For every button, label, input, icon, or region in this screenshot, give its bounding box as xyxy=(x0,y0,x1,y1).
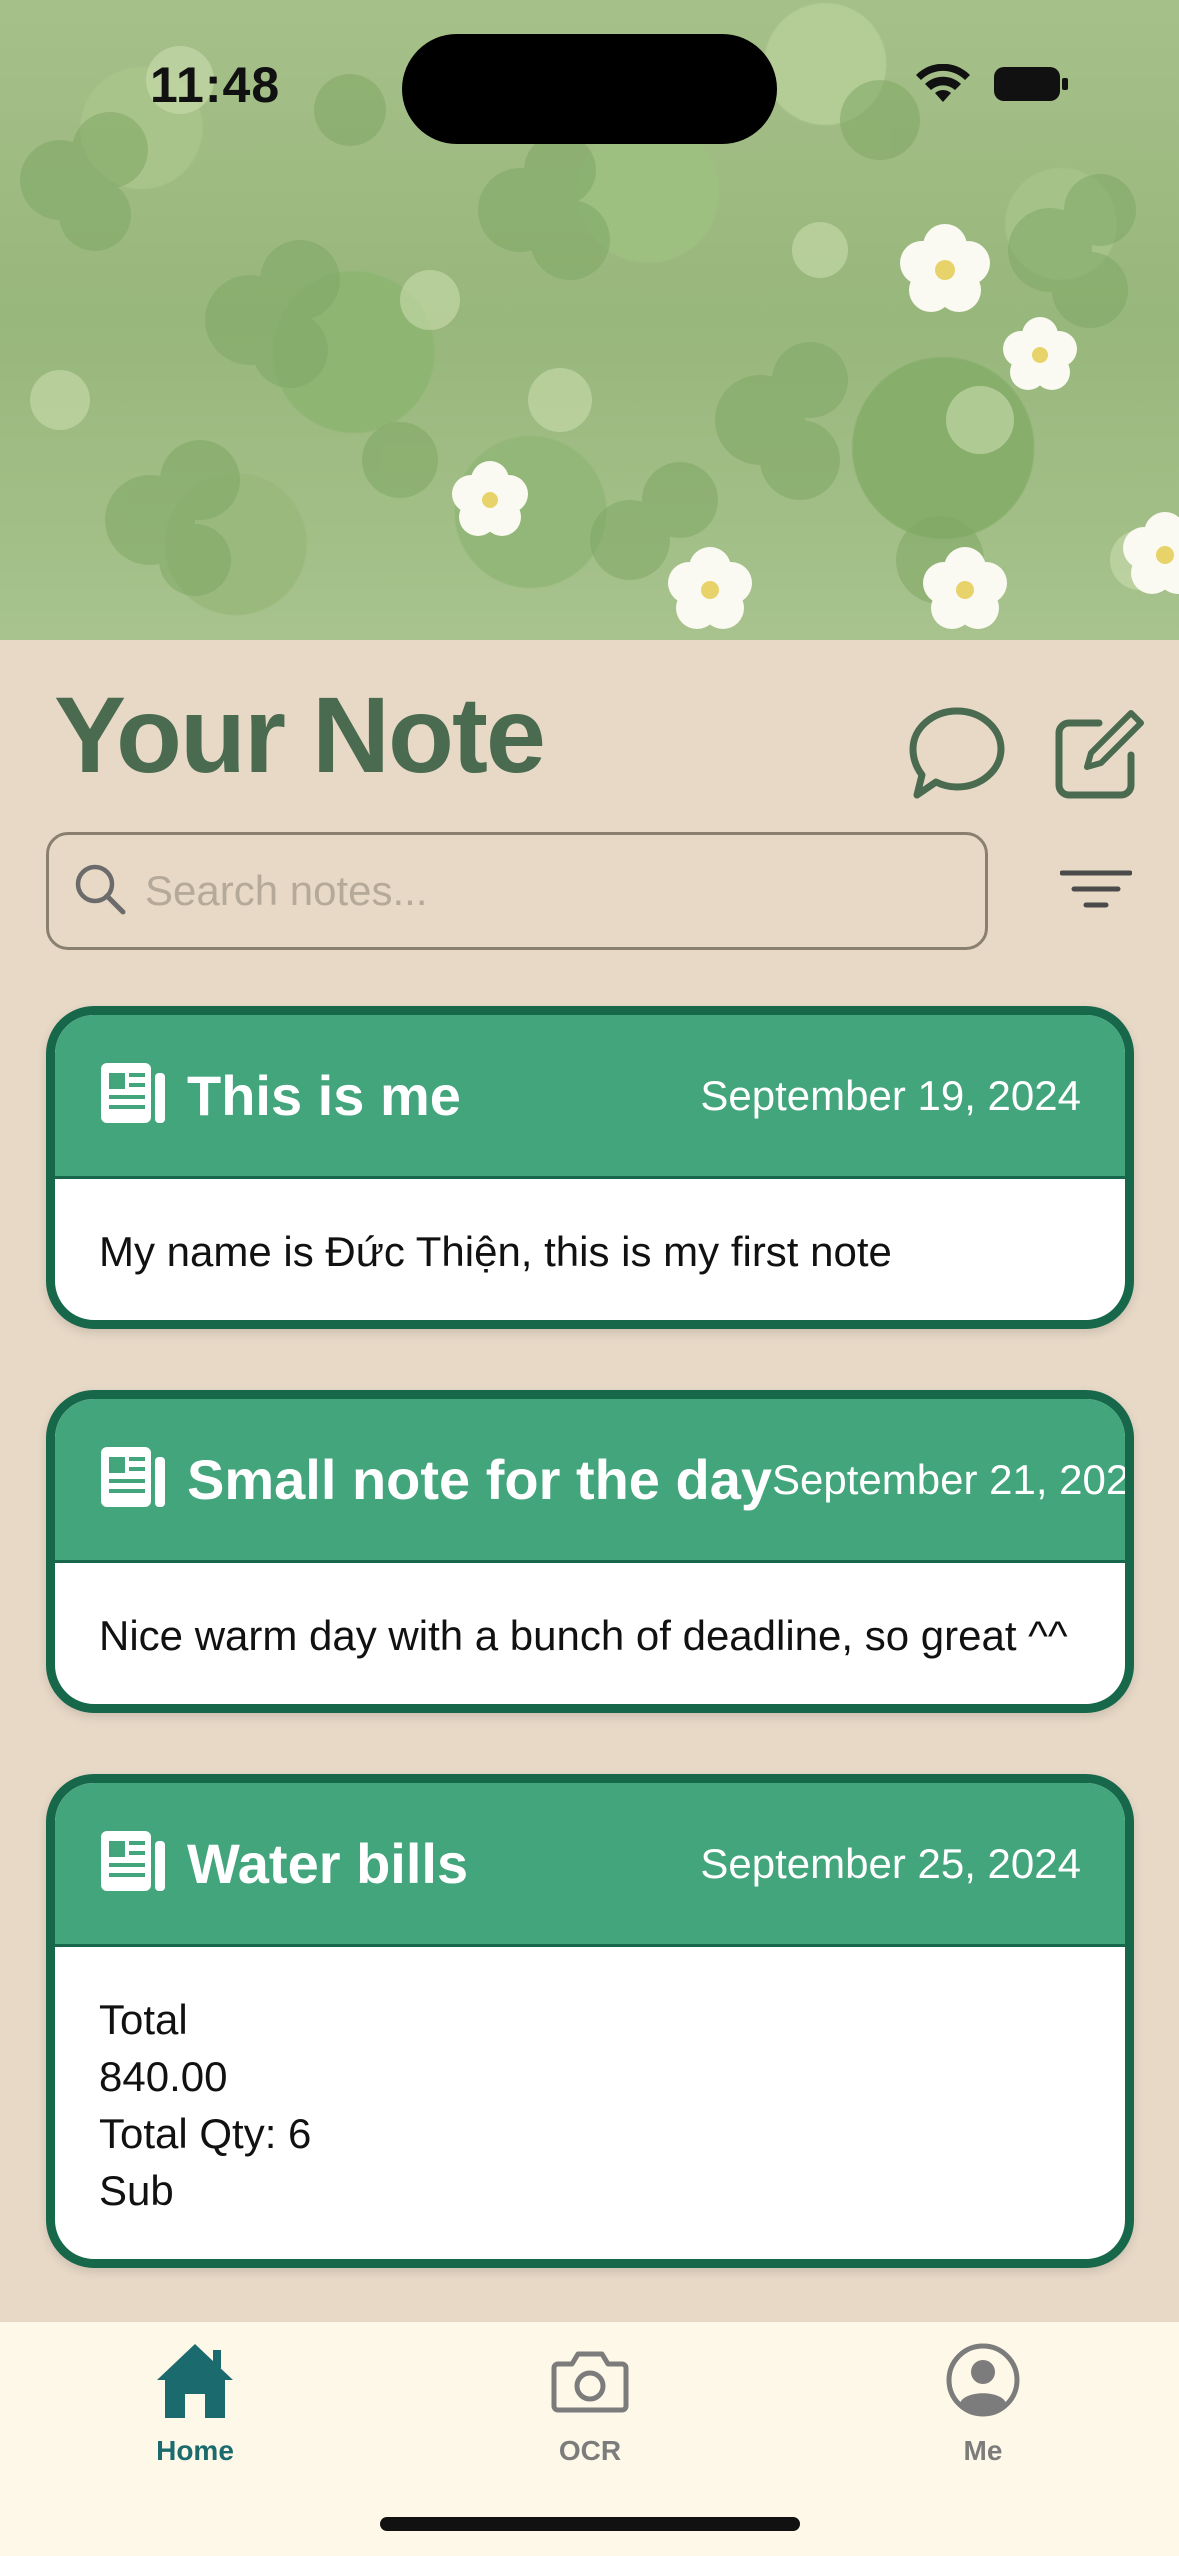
chat-bubble-icon xyxy=(907,703,1007,808)
note-card[interactable]: Water bills September 25, 2024 Total 840… xyxy=(46,1774,1134,2268)
note-preview-line: Nice warm day with a bunch of deadline, … xyxy=(99,1612,1068,1659)
wifi-icon xyxy=(915,63,971,109)
home-icon xyxy=(153,2340,237,2425)
search-icon xyxy=(73,862,127,921)
note-card-header: Water bills September 25, 2024 xyxy=(55,1783,1125,1947)
notes-home-screen: 11:48 Your Note Search notes... This is … xyxy=(0,0,1179,2556)
home-indicator xyxy=(380,2517,800,2531)
new-note-button[interactable] xyxy=(1042,702,1152,812)
note-title: Small note for the day xyxy=(187,1448,772,1511)
tab-label: Home xyxy=(156,2435,234,2466)
tab-ocr[interactable]: OCR xyxy=(490,2340,690,2467)
battery-icon xyxy=(993,65,1069,108)
filter-button[interactable] xyxy=(1056,860,1136,922)
note-preview: My name is Đức Thiện, this is my first n… xyxy=(55,1179,1125,1320)
profile-icon xyxy=(943,2340,1023,2425)
note-preview: Total 840.00 Total Qty: 6 Sub xyxy=(55,1947,1125,2259)
dynamic-island xyxy=(402,34,777,144)
note-card[interactable]: This is me September 19, 2024 My name is… xyxy=(46,1006,1134,1329)
note-date: September 21, 2024 xyxy=(772,1455,1134,1503)
tab-label: Me xyxy=(963,2435,1003,2466)
note-title: Water bills xyxy=(187,1832,469,1895)
note-preview-line: Total xyxy=(99,1996,188,2043)
note-preview-line: 840.00 xyxy=(99,2053,228,2100)
chat-button[interactable] xyxy=(902,700,1012,810)
note-card[interactable]: Small note for the day September 21, 202… xyxy=(46,1390,1134,1713)
page-title: Your Note xyxy=(54,674,546,795)
note-document-icon xyxy=(99,1443,167,1516)
tab-label: OCR xyxy=(558,2435,622,2466)
note-preview-line: Sub xyxy=(99,2167,174,2214)
note-document-icon xyxy=(99,1059,167,1132)
note-card-header: Small note for the day September 21, 202… xyxy=(55,1399,1125,1563)
tab-home[interactable]: Home xyxy=(95,2340,295,2467)
tab-me[interactable]: Me xyxy=(883,2340,1083,2467)
note-preview-line: My name is Đức Thiện, this is my first n… xyxy=(99,1228,892,1275)
note-date: September 19, 2024 xyxy=(700,1071,1081,1119)
status-icons xyxy=(915,63,1069,109)
note-card-header: This is me September 19, 2024 xyxy=(55,1015,1125,1179)
compose-icon xyxy=(1047,705,1147,810)
status-bar-time: 11:48 xyxy=(150,57,281,113)
search-input[interactable] xyxy=(145,867,945,915)
note-date: September 25, 2024 xyxy=(700,1839,1081,1887)
note-preview-line: Total Qty: 6 xyxy=(99,2110,312,2157)
note-document-icon xyxy=(99,1827,167,1900)
camera-icon xyxy=(550,2340,630,2425)
note-title: This is me xyxy=(187,1064,461,1127)
search-bar[interactable] xyxy=(46,832,988,950)
filter-icon xyxy=(1059,867,1133,916)
note-preview: Nice warm day with a bunch of deadline, … xyxy=(55,1563,1125,1704)
